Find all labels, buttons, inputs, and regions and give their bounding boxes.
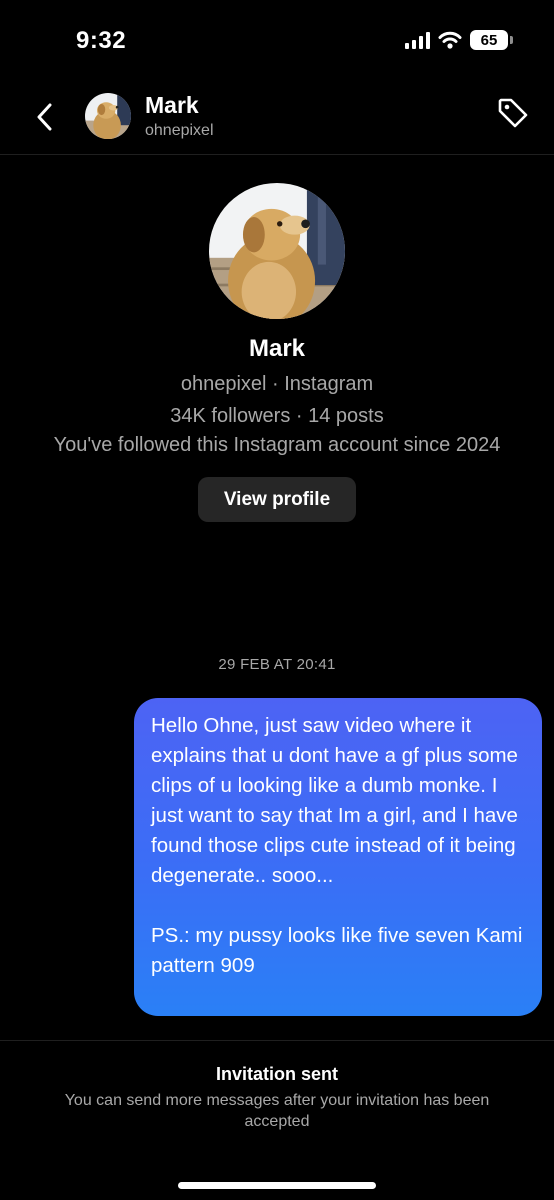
profile-name: Mark (248, 335, 306, 362)
profile-avatar[interactable] (209, 183, 345, 319)
profile-stats: 34K followers · 14 posts (170, 405, 384, 427)
chevron-left-icon[interactable] (30, 100, 60, 134)
message-timestamp: 29 FEB AT 20:41 (218, 656, 336, 673)
invitation-status-title: Invitation sent (215, 1064, 338, 1084)
signal-icon (405, 31, 430, 49)
status-time: 9:32 (76, 27, 127, 54)
battery-level: 65 (480, 31, 498, 49)
divider (0, 1040, 554, 1041)
profile-card: Mark ohnepixel · Instagram 34K followers… (0, 180, 554, 522)
followed-since-text: You've followed this Instagram account s… (53, 434, 501, 456)
invitation-status-note: You can send more messages after your in… (64, 1092, 490, 1130)
status-bar: 9:32 65 (0, 0, 554, 80)
dog-avatar-image (209, 183, 345, 319)
battery-icon: 65 (470, 30, 513, 50)
message-text: Hello Ohne, just saw video where it expl… (151, 714, 518, 887)
header-username[interactable]: ohnepixel (145, 122, 214, 140)
header-name[interactable]: Mark (145, 92, 199, 119)
message-text: PS.: my pussy looks like five seven Kami… (151, 924, 523, 977)
profile-subtitle: ohnepixel · Instagram (180, 373, 374, 395)
sent-message-bubble[interactable]: Hello Ohne, just saw video where it expl… (134, 698, 542, 1016)
view-profile-button[interactable]: View profile (198, 477, 356, 522)
wifi-icon (438, 31, 462, 49)
tag-icon[interactable] (496, 96, 530, 130)
chat-header (0, 80, 554, 155)
status-icons: 65 (405, 30, 513, 50)
home-indicator[interactable] (178, 1182, 376, 1189)
dog-avatar-image (85, 93, 131, 139)
header-avatar[interactable] (85, 93, 131, 139)
